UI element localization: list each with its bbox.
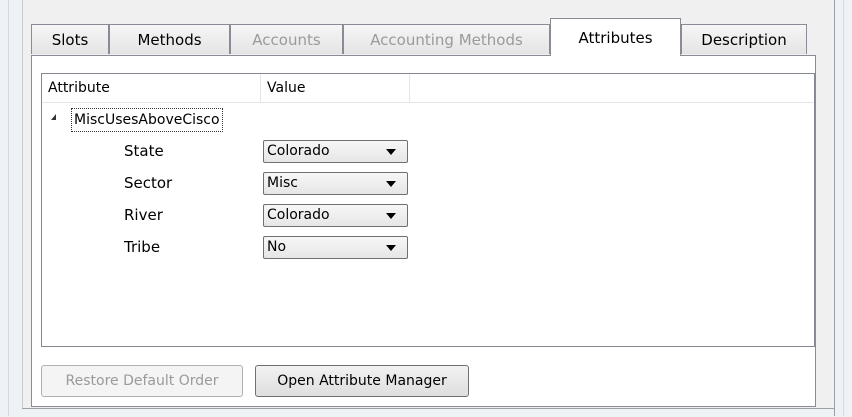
dropdown-value: Colorado bbox=[267, 143, 330, 159]
attribute-row[interactable]: State Colorado bbox=[42, 138, 814, 164]
grid-header: Attribute Value bbox=[42, 74, 814, 103]
group-row[interactable]: MiscUsesAboveCisco bbox=[42, 106, 814, 132]
chevron-down-icon bbox=[386, 213, 396, 219]
tab-attributes[interactable]: Attributes bbox=[550, 18, 681, 56]
attribute-name: State bbox=[124, 142, 164, 160]
attribute-name: Sector bbox=[124, 174, 173, 192]
attribute-name: River bbox=[124, 206, 163, 224]
value-dropdown[interactable]: Colorado bbox=[263, 140, 408, 163]
open-attribute-manager-button[interactable]: Open Attribute Manager bbox=[255, 365, 469, 397]
dropdown-value: Misc bbox=[267, 175, 298, 191]
tab-methods[interactable]: Methods bbox=[109, 24, 230, 54]
chevron-down-icon bbox=[386, 245, 396, 251]
attribute-row[interactable]: Tribe No bbox=[42, 234, 814, 260]
tab-accounting-methods[interactable]: Accounting Methods bbox=[343, 24, 550, 54]
attribute-name: Tribe bbox=[124, 238, 161, 256]
chevron-down-icon bbox=[386, 149, 396, 155]
dropdown-value: Colorado bbox=[267, 207, 330, 223]
window-left-frame bbox=[0, 0, 23, 416]
value-dropdown[interactable]: No bbox=[263, 236, 408, 259]
column-separator[interactable] bbox=[260, 74, 261, 102]
attribute-row[interactable]: River Colorado bbox=[42, 202, 814, 228]
restore-default-order-button[interactable]: Restore Default Order bbox=[41, 365, 243, 397]
dropdown-value: No bbox=[267, 239, 287, 255]
collapse-triangle-icon[interactable] bbox=[51, 114, 56, 120]
tab-slots[interactable]: Slots bbox=[31, 24, 109, 54]
group-label[interactable]: MiscUsesAboveCisco bbox=[71, 108, 223, 132]
chevron-down-icon bbox=[386, 181, 396, 187]
tab-accounts[interactable]: Accounts bbox=[230, 24, 343, 54]
column-separator[interactable] bbox=[409, 74, 410, 102]
tab-description[interactable]: Description bbox=[681, 24, 807, 54]
value-dropdown[interactable]: Misc bbox=[263, 172, 408, 195]
column-header-attribute[interactable]: Attribute bbox=[48, 74, 110, 102]
column-header-value[interactable]: Value bbox=[267, 74, 305, 102]
attribute-grid[interactable]: Attribute Value MiscUsesAboveCisco State… bbox=[41, 73, 815, 347]
value-dropdown[interactable]: Colorado bbox=[263, 204, 408, 227]
window-right-frame bbox=[834, 0, 852, 416]
attribute-row[interactable]: Sector Misc bbox=[42, 170, 814, 196]
